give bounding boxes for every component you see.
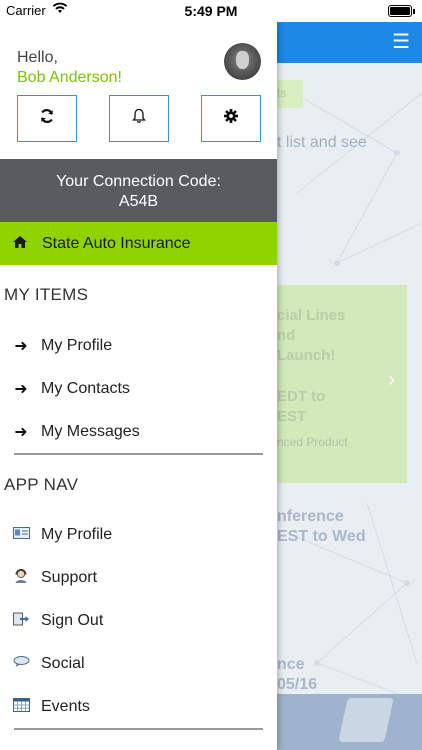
notifications-button[interactable] bbox=[109, 95, 169, 142]
background-text: 05/16 bbox=[277, 676, 318, 693]
greeting: Hello, Bob Anderson! bbox=[17, 48, 122, 88]
background-text: nce bbox=[277, 656, 305, 673]
menu-item-label: My Contacts bbox=[41, 380, 130, 397]
connection-code-panel: Your Connection Code: A54B bbox=[0, 159, 277, 222]
arrow-right-icon: ➜ bbox=[14, 381, 28, 398]
hamburger-menu-icon[interactable]: ☰ bbox=[392, 29, 410, 54]
company-item[interactable]: State Auto Insurance bbox=[0, 222, 277, 265]
calendar-icon bbox=[12, 697, 30, 717]
connection-code-label: Your Connection Code: bbox=[56, 173, 221, 190]
card-text: cial Lines bbox=[277, 307, 346, 324]
gear-icon bbox=[223, 108, 239, 129]
my-items-item-my-messages[interactable]: ➜ My Messages bbox=[0, 412, 277, 452]
user-name: Bob Anderson! bbox=[17, 69, 122, 86]
refresh-button[interactable] bbox=[17, 95, 77, 142]
status-bar: Carrier 5:49 PM bbox=[0, 0, 422, 22]
menu-item-label: My Messages bbox=[41, 423, 140, 440]
divider bbox=[14, 728, 263, 730]
background-app: ☰ ts t list and see cial Lines nd Launch… bbox=[277, 22, 422, 750]
card-text: nd bbox=[277, 327, 296, 344]
greeting-hello: Hello, bbox=[17, 49, 58, 66]
background-text: nference bbox=[277, 508, 344, 525]
menu-item-label: Support bbox=[41, 569, 98, 586]
app-nav-item-events[interactable]: Events bbox=[0, 687, 277, 727]
menu-item-label: My Profile bbox=[41, 526, 113, 543]
refresh-icon bbox=[39, 108, 55, 129]
menu-item-label: Sign Out bbox=[41, 612, 104, 629]
arrow-right-icon: ➜ bbox=[14, 338, 28, 355]
battery-tip bbox=[413, 9, 415, 14]
connection-code-value: A54B bbox=[118, 193, 159, 210]
company-name: State Auto Insurance bbox=[42, 234, 191, 252]
section-heading-app-nav: APP NAV bbox=[4, 475, 79, 494]
background-tile: ts bbox=[277, 80, 303, 108]
id-card-icon bbox=[12, 526, 30, 544]
menu-item-label: My Profile bbox=[41, 337, 113, 354]
app-nav-item-sign-out[interactable]: Sign Out bbox=[0, 601, 277, 641]
background-card: cial Lines nd Launch! EDT to EST nced Pr… bbox=[277, 285, 407, 483]
app-nav-item-social[interactable]: Social bbox=[0, 644, 277, 684]
divider bbox=[14, 453, 263, 455]
background-text: EST to Wed bbox=[277, 528, 366, 545]
app-nav-item-my-profile[interactable]: My Profile bbox=[0, 515, 277, 555]
card-text: nced Product bbox=[277, 435, 348, 449]
app-top-bar: ☰ bbox=[277, 22, 422, 63]
arrow-right-icon: ➜ bbox=[14, 424, 28, 441]
battery-icon bbox=[388, 5, 412, 17]
settings-button[interactable] bbox=[201, 95, 261, 142]
card-text: EST bbox=[277, 408, 307, 425]
side-drawer: Hello, Bob Anderson! Your Connection Cod… bbox=[0, 22, 277, 750]
chevron-right-icon[interactable]: › bbox=[388, 369, 395, 392]
my-items-item-my-profile[interactable]: ➜ My Profile bbox=[0, 326, 277, 366]
avatar[interactable] bbox=[224, 43, 261, 80]
sign-out-icon bbox=[12, 612, 30, 631]
support-agent-icon bbox=[12, 568, 30, 589]
my-items-item-my-contacts[interactable]: ➜ My Contacts bbox=[0, 369, 277, 409]
section-heading-my-items: MY ITEMS bbox=[4, 285, 89, 304]
menu-item-label: Social bbox=[41, 655, 85, 672]
home-icon bbox=[12, 235, 28, 253]
menu-item-label: Events bbox=[41, 698, 90, 715]
company-logo bbox=[338, 698, 394, 742]
app-nav-item-support[interactable]: Support bbox=[0, 558, 277, 598]
bell-icon bbox=[131, 108, 147, 129]
background-text: t list and see bbox=[277, 134, 367, 151]
card-text: Launch! bbox=[277, 347, 336, 364]
chat-icon bbox=[12, 655, 30, 673]
card-text: EDT to bbox=[277, 388, 326, 405]
status-time: 5:49 PM bbox=[184, 3, 238, 19]
